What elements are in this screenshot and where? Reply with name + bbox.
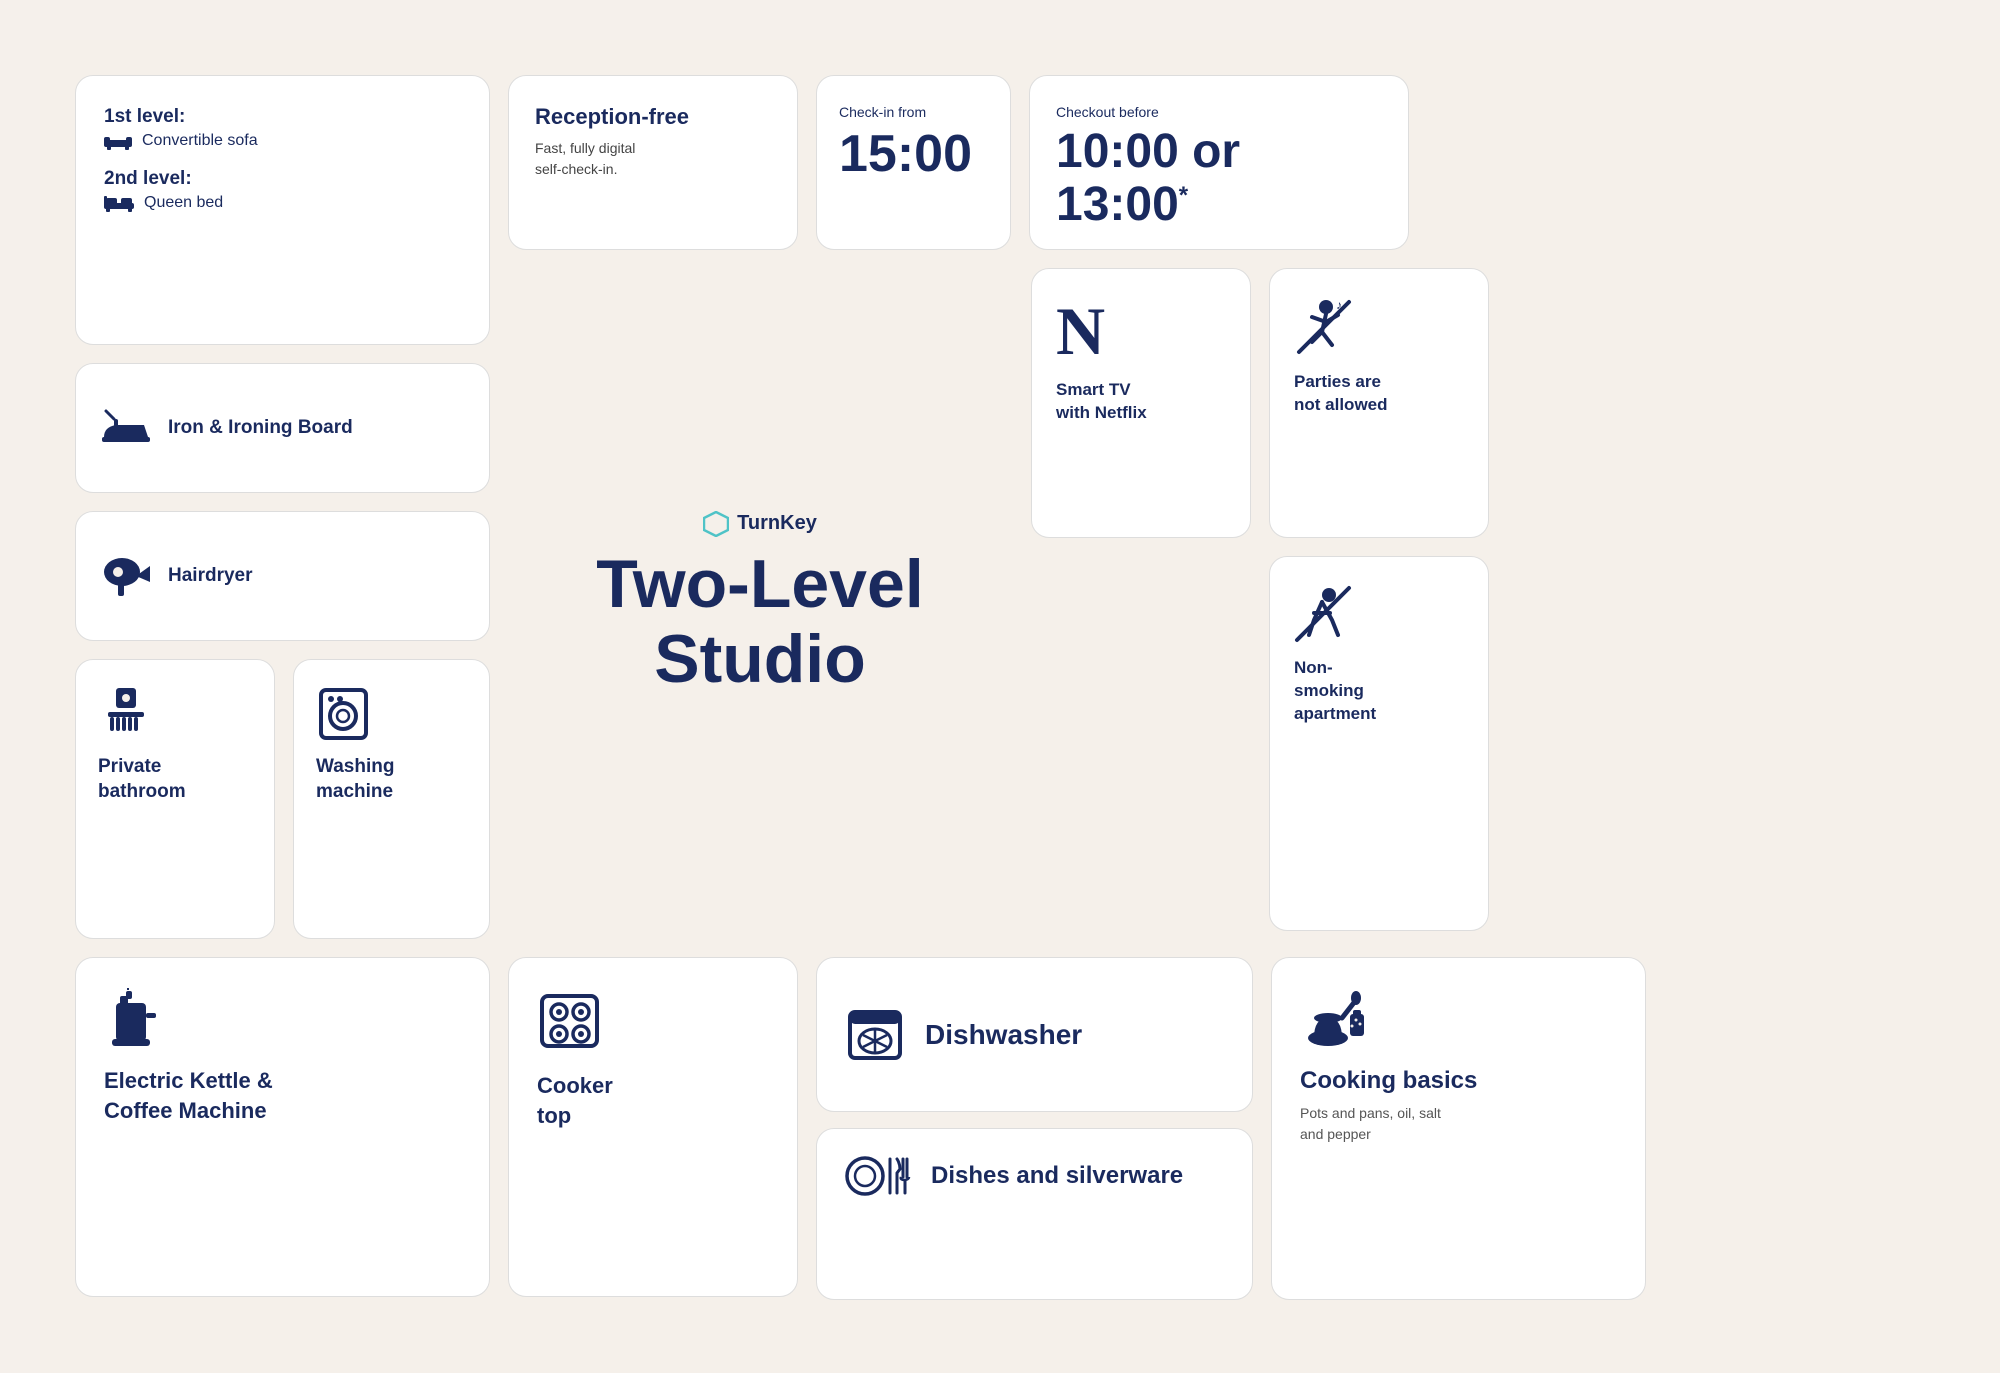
- bathroom-label: Privatebathroom: [98, 755, 186, 804]
- checkin-time: 15:00: [839, 126, 988, 183]
- center-logo-card: TurnKey Two-LevelStudio: [508, 268, 1012, 939]
- parties-label: Parties arenot allowed: [1294, 371, 1388, 417]
- cooker-icon: [537, 988, 602, 1053]
- cooker-label: Cookertop: [537, 1071, 769, 1130]
- dishes-icon: [845, 1151, 915, 1201]
- dishes-label: Dishes and silverware: [931, 1162, 1183, 1190]
- netflix-card: N Smart TVwith Netflix: [1031, 268, 1251, 538]
- sleeping-card: 1st level: Convertible sofa 2nd level: Q…: [75, 75, 490, 345]
- cooking-sub: Pots and pans, oil, saltand pepper: [1300, 1103, 1617, 1145]
- cooking-card: Cooking basics Pots and pans, oil, salta…: [1271, 957, 1646, 1300]
- bathroom-icon: [98, 686, 153, 741]
- checkout-label: Checkout before: [1056, 104, 1382, 120]
- nosmoking-label: Non-smokingapartment: [1294, 657, 1376, 726]
- bathroom-card: Privatebathroom: [75, 659, 275, 939]
- turnkey-logo-icon: [703, 511, 729, 537]
- cooking-label: Cooking basics: [1300, 1067, 1617, 1095]
- nosmoking-card: Non-smokingapartment: [1269, 556, 1489, 931]
- dishes-card: Dishes and silverware: [816, 1128, 1253, 1300]
- bed-icon: [104, 194, 134, 212]
- cooker-card: Cookertop: [508, 957, 798, 1297]
- kettle-icon: [104, 988, 159, 1048]
- parties-icon: ♪: [1294, 297, 1354, 357]
- level1-item: Convertible sofa: [104, 132, 461, 150]
- kettle-card: Electric Kettle &Coffee Machine: [75, 957, 490, 1297]
- level2-item: Queen bed: [104, 194, 461, 212]
- studio-title: Two-LevelStudio: [596, 547, 923, 697]
- kettle-label: Electric Kettle &Coffee Machine: [104, 1066, 461, 1125]
- parties-card: ♪ Parties arenot allowed: [1269, 268, 1489, 538]
- checkin-card: Check-in from 15:00: [816, 75, 1011, 250]
- dishwasher-icon: [845, 1009, 905, 1061]
- washing-label: Washingmachine: [316, 755, 394, 804]
- cooking-icon: [1300, 986, 1368, 1051]
- washing-icon: [316, 686, 371, 741]
- sofa-icon: [104, 132, 132, 150]
- iron-label: Iron & Ironing Board: [168, 417, 353, 439]
- reception-title: Reception-free: [535, 104, 771, 130]
- checkout-card: Checkout before 10:00 or 13:00*: [1029, 75, 1409, 250]
- dishwasher-card: Dishwasher: [816, 957, 1253, 1112]
- hairdryer-label: Hairdryer: [168, 565, 253, 587]
- hairdryer-card: Hairdryer: [75, 511, 490, 641]
- nosmoking-icon: [1294, 585, 1352, 643]
- iron-icon: [100, 409, 152, 447]
- level1-label: 1st level:: [104, 106, 461, 128]
- netflix-label: Smart TVwith Netflix: [1056, 379, 1147, 425]
- dishwasher-label: Dishwasher: [925, 1019, 1082, 1051]
- checkout-time: 10:00 or 13:00*: [1056, 126, 1382, 232]
- reception-subtitle: Fast, fully digitalself-check-in.: [535, 138, 771, 180]
- checkin-label: Check-in from: [839, 104, 988, 120]
- reception-card: Reception-free Fast, fully digitalself-c…: [508, 75, 798, 250]
- iron-card: Iron & Ironing Board: [75, 363, 490, 493]
- level2-label: 2nd level:: [104, 168, 461, 190]
- hairdryer-icon: [100, 556, 152, 596]
- netflix-n: N: [1056, 297, 1105, 365]
- brand-name: TurnKey: [737, 512, 817, 535]
- washing-card: Washingmachine: [293, 659, 490, 939]
